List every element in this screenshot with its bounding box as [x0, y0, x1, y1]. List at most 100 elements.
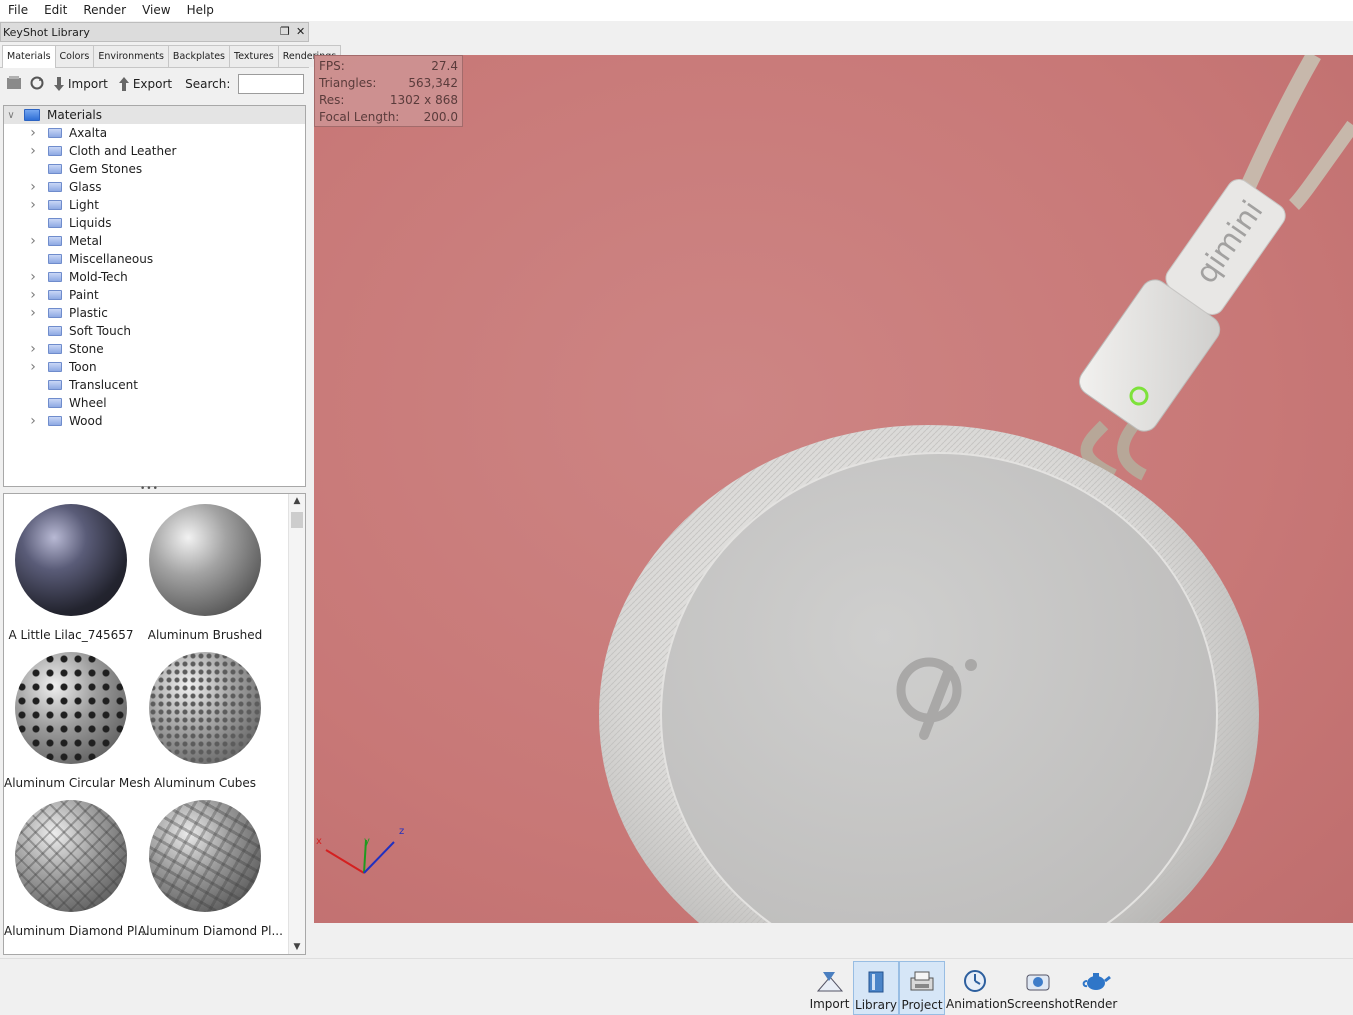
scroll-thumb[interactable] — [291, 512, 303, 528]
undock-icon[interactable]: ❐ — [280, 25, 290, 38]
import-dock-button[interactable]: Import — [807, 961, 852, 1015]
chevron-right-icon[interactable]: › — [26, 413, 40, 429]
folder-icon — [48, 344, 62, 354]
material-sphere-cubes — [149, 652, 261, 764]
axis-gizmo[interactable]: x y z — [316, 826, 404, 874]
chevron-down-icon[interactable]: ∨ — [4, 110, 18, 121]
tree-item-label: Metal — [69, 234, 103, 248]
chevron-right-icon[interactable]: › — [26, 341, 40, 357]
tree-item-cloth-and-leather[interactable]: › Cloth and Leather — [4, 142, 305, 160]
panel-title: KeyShot Library — [3, 25, 90, 39]
chevron-right-icon[interactable]: › — [26, 197, 40, 213]
scroll-down-icon[interactable]: ▼ — [289, 942, 305, 952]
scroll-up-icon[interactable]: ▲ — [289, 496, 305, 506]
tree-item-axalta[interactable]: › Axalta — [4, 124, 305, 142]
library-dock-button[interactable]: Library — [853, 961, 899, 1015]
search-label: Search: — [185, 77, 231, 91]
material-sphere-lilac — [15, 504, 127, 616]
material-thumbnail[interactable]: Aluminum Diamond Pl... — [138, 800, 283, 938]
tree-item-stone[interactable]: › Stone — [4, 340, 305, 358]
tab-environments[interactable]: Environments — [93, 45, 169, 67]
menu-file[interactable]: File — [0, 0, 36, 21]
chevron-right-icon[interactable]: › — [26, 233, 40, 249]
search-input[interactable] — [238, 74, 305, 94]
tree-item-mold-tech[interactable]: › Mold-Tech — [4, 268, 305, 286]
menu-render[interactable]: Render — [75, 0, 134, 21]
grid-scrollbar[interactable]: ▲ ▼ — [288, 494, 305, 954]
material-thumbnail[interactable]: Aluminum Brushed — [138, 504, 272, 642]
export-button[interactable]: Export — [115, 76, 175, 92]
filter-icon[interactable] — [6, 75, 24, 94]
menu-edit[interactable]: Edit — [36, 0, 75, 21]
material-thumbnail[interactable]: A Little Lilac_745657 — [4, 504, 138, 642]
tree-item-gem-stones[interactable]: Gem Stones — [4, 160, 305, 178]
chevron-right-icon[interactable]: › — [26, 269, 40, 285]
tab-materials[interactable]: Materials — [2, 45, 56, 68]
material-label: Aluminum Cubes — [153, 776, 257, 790]
folder-icon — [48, 290, 62, 300]
screenshot-dock-button[interactable]: Screenshot — [1007, 961, 1074, 1015]
tree-item-label: Gem Stones — [69, 162, 143, 176]
folder-icon — [48, 398, 62, 408]
tree-item-label: Liquids — [69, 216, 112, 230]
tree-root-materials[interactable]: ∨ Materials — [4, 106, 305, 124]
material-thumbnail[interactable]: Aluminum Circular Mesh — [4, 652, 151, 790]
material-thumbnail[interactable]: Aluminum Diamond Pl... — [4, 800, 149, 938]
import-label: Import — [68, 77, 108, 91]
folder-icon — [48, 200, 62, 210]
render-dock-button[interactable]: Render — [1072, 961, 1120, 1015]
export-arrow-icon — [118, 77, 129, 91]
folder-icon — [48, 308, 62, 318]
tree-item-liquids[interactable]: Liquids — [4, 214, 305, 232]
library-icon — [868, 971, 884, 993]
folder-icon — [48, 326, 62, 336]
tree-item-plastic[interactable]: › Plastic — [4, 304, 305, 322]
tree-item-toon[interactable]: › Toon — [4, 358, 305, 376]
hud-row-fps: FPS: 27.4 — [319, 59, 458, 73]
chevron-right-icon[interactable]: › — [26, 287, 40, 303]
material-sphere-circular-mesh — [15, 652, 127, 764]
tree-item-wood[interactable]: › Wood — [4, 412, 305, 430]
tree-item-metal[interactable]: › Metal — [4, 232, 305, 250]
menu-help[interactable]: Help — [179, 0, 222, 21]
stats-overlay: FPS: 27.4 Triangles: 563,342 Res: 1302 x 86… — [314, 55, 463, 127]
tab-colors[interactable]: Colors — [54, 45, 95, 67]
chevron-right-icon[interactable]: › — [26, 305, 40, 321]
tree-item-light[interactable]: › Light — [4, 196, 305, 214]
chevron-right-icon[interactable]: › — [26, 125, 40, 141]
material-thumbnail[interactable]: Aluminum Cubes — [138, 652, 272, 790]
tree-item-label: Axalta — [69, 126, 108, 140]
tree-item-paint[interactable]: › Paint — [4, 286, 305, 304]
teapot-icon — [1082, 973, 1111, 990]
folder-icon — [48, 128, 62, 138]
chevron-right-icon[interactable]: › — [26, 143, 40, 159]
library-toolbar: Import Export Search: — [0, 68, 309, 100]
hud-row-triangles: Triangles: 563,342 — [319, 76, 458, 90]
material-sphere-diamond-plate-2 — [149, 800, 261, 912]
tree-item-label: Plastic — [69, 306, 108, 320]
library-tabs: Materials Colors Environments Backplates… — [0, 45, 342, 68]
render-viewport[interactable]: qimini x y z FPS: 27.4 Triangles: 563,342 … — [314, 55, 1353, 923]
folder-icon — [48, 254, 62, 264]
chevron-right-icon[interactable]: › — [26, 359, 40, 375]
close-icon[interactable]: ✕ — [296, 25, 305, 38]
tree-item-soft-touch[interactable]: Soft Touch — [4, 322, 305, 340]
project-dock-button[interactable]: Project — [899, 961, 945, 1015]
tree-root-label: Materials — [47, 108, 103, 122]
menu-view[interactable]: View — [134, 0, 178, 21]
animation-dock-button[interactable]: Animation — [946, 961, 1007, 1015]
refresh-icon[interactable] — [28, 75, 46, 94]
tab-backplates[interactable]: Backplates — [167, 45, 230, 67]
tree-item-label: Translucent — [69, 378, 138, 392]
tree-item-translucent[interactable]: Translucent — [4, 376, 305, 394]
bottom-toolbar: Import Library Project Animation Screens… — [0, 958, 1353, 1015]
material-label: Aluminum Brushed — [147, 628, 263, 642]
tree-item-glass[interactable]: › Glass — [4, 178, 305, 196]
tab-textures[interactable]: Textures — [229, 45, 279, 67]
chevron-right-icon[interactable]: › — [26, 179, 40, 195]
import-button[interactable]: Import — [50, 76, 111, 92]
tree-item-wheel[interactable]: Wheel — [4, 394, 305, 412]
tree-item-miscellaneous[interactable]: Miscellaneous — [4, 250, 305, 268]
tree-item-label: Light — [69, 198, 99, 212]
tree-item-label: Cloth and Leather — [69, 144, 177, 158]
